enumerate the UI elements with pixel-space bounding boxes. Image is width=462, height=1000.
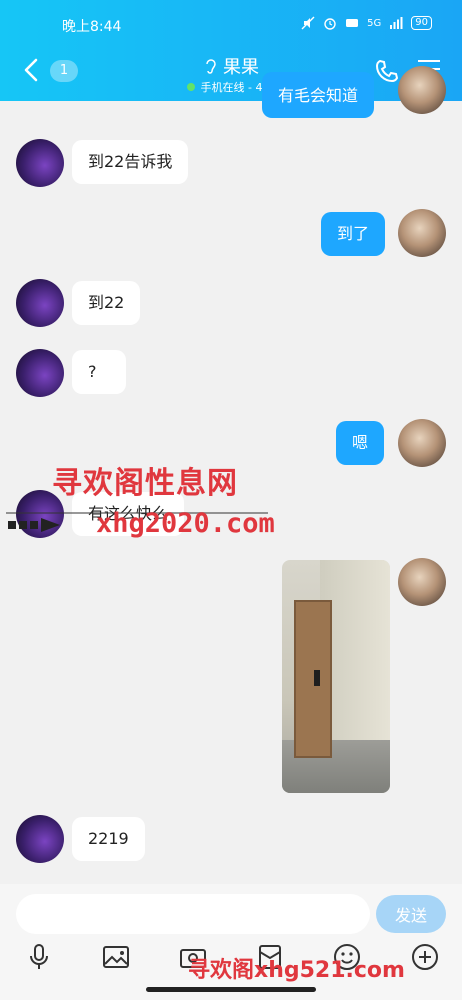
arrow-icon [8,518,60,532]
header-overlay [0,0,462,101]
my-avatar[interactable] [398,558,446,606]
plus-icon[interactable] [410,942,440,972]
contact-avatar[interactable] [16,279,64,327]
contact-avatar[interactable] [16,139,64,187]
microphone-icon[interactable] [24,942,54,972]
message-bubble-in[interactable]: ? [72,350,126,394]
watermark-text: xhg2020.com [96,508,275,539]
message-bubble-in[interactable]: 到22告诉我 [72,140,189,184]
message-bubble-out[interactable]: 到了 [321,212,386,256]
message-bubble-out[interactable]: 嗯 [336,421,385,465]
message-input[interactable] [16,894,370,934]
message-photo[interactable] [282,560,390,793]
contact-avatar[interactable] [16,349,64,397]
watermark-text: 寻欢阁xhg521.com [188,958,405,983]
door-image [294,600,332,758]
watermark-text: 寻欢阁性息网 [52,466,238,501]
picture-icon[interactable] [101,942,131,972]
send-button[interactable]: 发送 [376,895,446,933]
my-avatar[interactable] [398,419,446,467]
contact-avatar[interactable] [16,815,64,863]
home-indicator[interactable] [146,987,316,992]
message-bubble-in[interactable]: 2219 [72,817,145,861]
message-bubble-in[interactable]: 到22 [72,281,141,325]
my-avatar[interactable] [398,209,446,257]
